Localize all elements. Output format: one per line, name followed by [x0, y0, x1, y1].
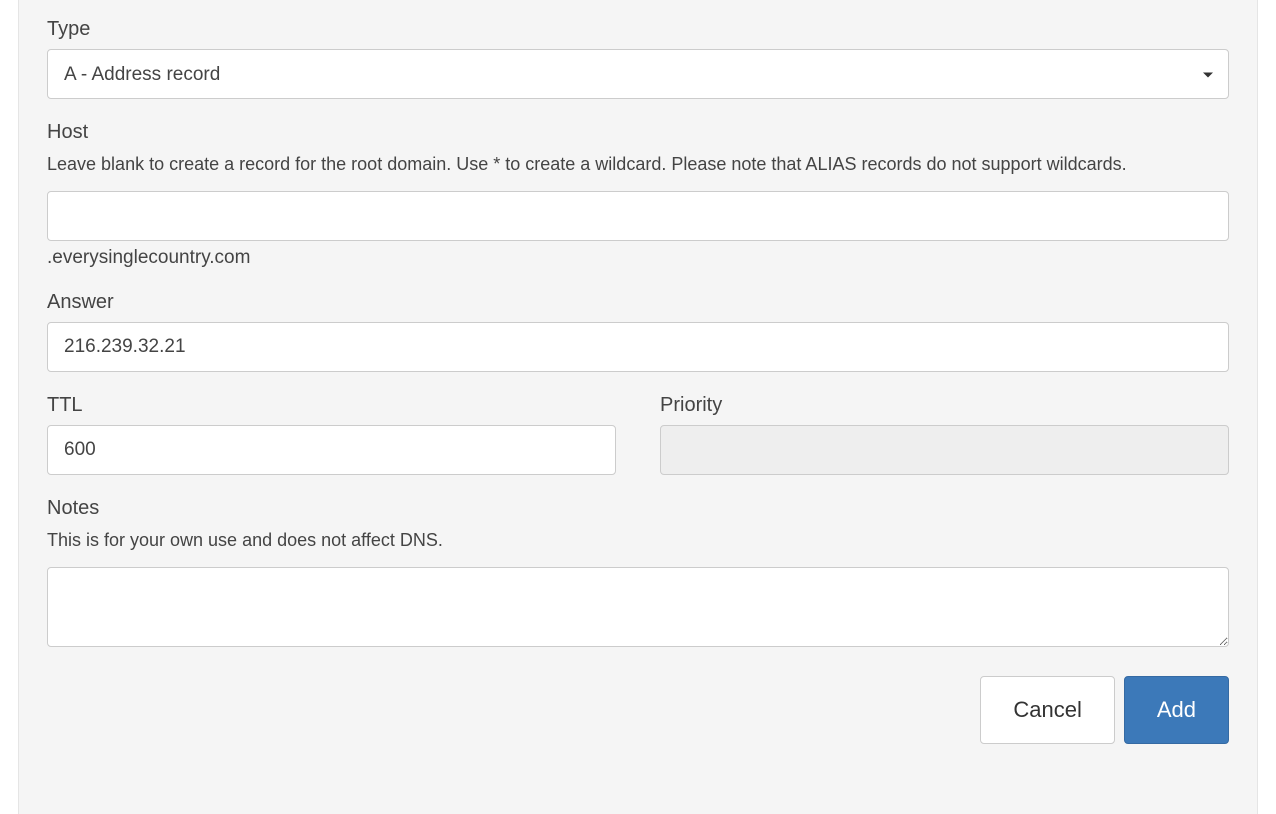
type-select[interactable]: A - Address record [47, 49, 1229, 99]
notes-help-text: This is for your own use and does not af… [47, 528, 1229, 553]
host-help-text: Leave blank to create a record for the r… [47, 152, 1229, 177]
host-group: Host Leave blank to create a record for … [47, 121, 1229, 269]
ttl-group: TTL [47, 394, 616, 475]
host-suffix: .everysinglecountry.com [47, 247, 1229, 269]
dns-record-form: Type A - Address record Host Leave blank… [18, 0, 1258, 814]
host-label: Host [47, 121, 1229, 144]
priority-input [660, 425, 1229, 475]
type-label: Type [47, 18, 1229, 41]
priority-group: Priority [660, 394, 1229, 475]
type-select-wrap: A - Address record [47, 49, 1229, 99]
answer-label: Answer [47, 291, 1229, 314]
notes-textarea[interactable] [47, 567, 1229, 647]
priority-label: Priority [660, 394, 1229, 417]
host-input[interactable] [47, 191, 1229, 241]
answer-group: Answer [47, 291, 1229, 372]
ttl-priority-row: TTL Priority [47, 394, 1229, 497]
notes-group: Notes This is for your own use and does … [47, 497, 1229, 652]
ttl-label: TTL [47, 394, 616, 417]
answer-input[interactable] [47, 322, 1229, 372]
cancel-button[interactable]: Cancel [980, 676, 1114, 744]
notes-label: Notes [47, 497, 1229, 520]
button-row: Cancel Add [47, 676, 1229, 744]
ttl-input[interactable] [47, 425, 616, 475]
type-group: Type A - Address record [47, 18, 1229, 99]
add-button[interactable]: Add [1124, 676, 1229, 744]
